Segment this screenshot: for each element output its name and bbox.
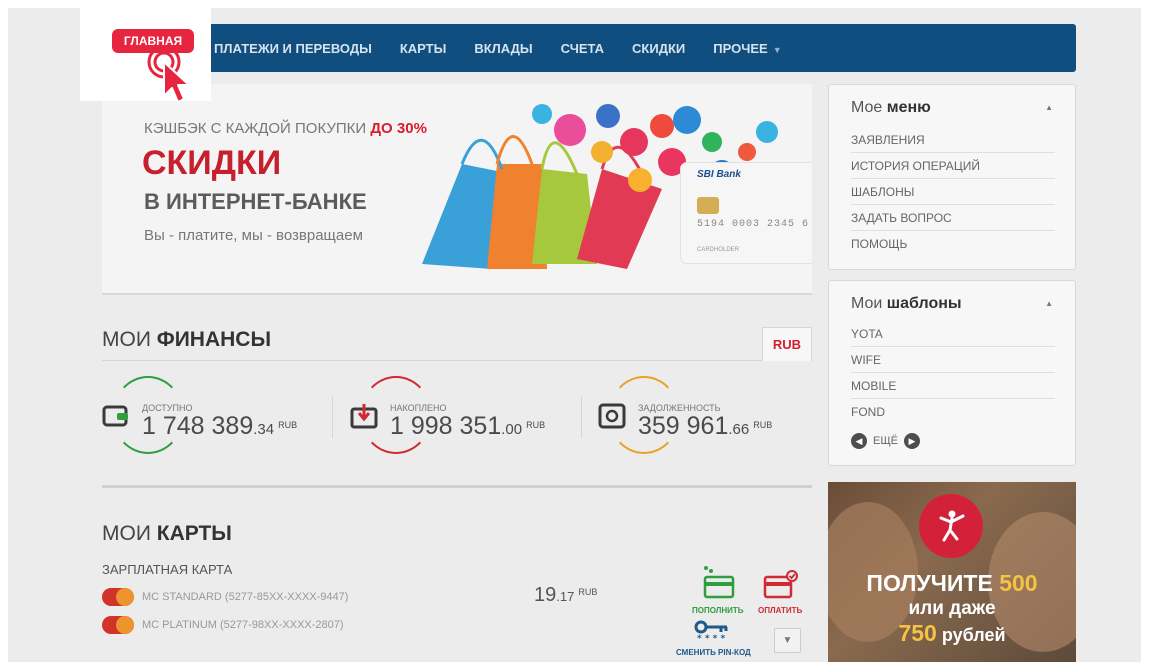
promo-line-1: ПОЛУЧИТЕ 500: [866, 570, 1038, 596]
card-number: 5194 0003 2345 6: [697, 219, 810, 230]
cursor-hand-icon: [144, 44, 196, 113]
card-actions-dropdown[interactable]: ▼: [774, 628, 801, 653]
card-name: MC PLATINUM (5277-98XX-XXXX-2807): [142, 619, 344, 631]
svg-text:* * * *: * * * *: [697, 634, 726, 642]
key-icon: * * * *: [676, 620, 751, 644]
collapse-caret-icon[interactable]: ▲: [1045, 299, 1053, 308]
menu-item-templates[interactable]: ШАБЛОНЫ: [851, 179, 1055, 205]
finance-amount: 1 748 389.34 RUB: [142, 412, 298, 440]
card-row[interactable]: MC STANDARD (5277-85XX-XXXX-9447): [102, 588, 348, 606]
menu-item-history[interactable]: ИСТОРИЯ ОПЕРАЦИЙ: [851, 153, 1055, 179]
templates-more-label[interactable]: ЕЩЁ: [873, 435, 898, 447]
promo-block[interactable]: ПОЛУЧИТЕ 500 или даже 750 рублей: [828, 482, 1076, 662]
promo-banner[interactable]: КЭШБЭК С КАЖДОЙ ПОКУПКИ ДО 30% СКИДКИ В …: [102, 84, 812, 295]
menu-item-help[interactable]: ПОМОЩЬ: [851, 231, 1055, 257]
templates-more: ◀ ЕЩЁ ▶: [851, 433, 920, 449]
chevron-down-icon: ▼: [782, 635, 793, 646]
cards-title: МОИ КАРТЫ: [102, 522, 232, 545]
section-divider: [102, 485, 812, 488]
arrow-left-icon[interactable]: ◀: [851, 433, 867, 449]
banner-tagline: Вы - платите, мы - возвращаем: [144, 227, 363, 244]
menu-item-applications[interactable]: ЗАЯВЛЕНИЯ: [851, 127, 1055, 153]
template-item[interactable]: WIFE: [851, 347, 1055, 373]
my-templates-title: Мои шаблоны: [851, 295, 962, 312]
banner-headline: СКИДКИ: [142, 144, 282, 182]
card-holder: CARDHOLDER: [697, 247, 740, 253]
banner-cashback-text: КЭШБЭК С КАЖДОЙ ПОКУПКИ ДО 30%: [144, 120, 427, 137]
pay-button[interactable]: ОПЛАТИТЬ: [758, 564, 802, 615]
wallet-icon: [102, 403, 130, 429]
dancer-icon: [919, 494, 983, 558]
card-topup-icon: [692, 564, 744, 602]
promo-line-3: 750 рублей: [898, 620, 1006, 646]
my-menu-panel: Мое меню ▲ ЗАЯВЛЕНИЯ ИСТОРИЯ ОПЕРАЦИЙ ША…: [828, 84, 1076, 270]
finance-amount: 359 961.66 RUB: [638, 412, 773, 440]
template-item[interactable]: FOND: [851, 399, 1055, 425]
my-templates-panel: Мои шаблоны ▲ YOTA WIFE MOBILE FOND ◀ ЕЩ…: [828, 280, 1076, 466]
finance-separator: [581, 396, 582, 438]
finance-debt: ЗАДОЛЖЕННОСТЬ 359 961.66 RUB: [598, 376, 812, 454]
bank-card-image: SBI Bank 5194 0003 2345 6 CARDHOLDER: [680, 162, 812, 264]
finances-divider: [102, 360, 762, 361]
finance-saved: НАКОПЛЕНО 1 998 351.00 RUB: [350, 376, 580, 454]
mastercard-logo-icon: [102, 616, 134, 634]
menu-item-ask-question[interactable]: ЗАДАТЬ ВОПРОС: [851, 205, 1055, 231]
card-pay-icon: [758, 564, 802, 602]
template-item[interactable]: MOBILE: [851, 373, 1055, 399]
banner-subheadline: В ИНТЕРНЕТ-БАНКЕ: [144, 189, 367, 214]
finance-available: ДОСТУПНО 1 748 389.34 RUB: [102, 376, 332, 454]
card-group-title: ЗАРПЛАТНАЯ КАРТА: [102, 562, 233, 577]
change-pin-label: СМЕНИТЬ PIN-КОД: [676, 648, 751, 657]
change-pin-button[interactable]: * * * * СМЕНИТЬ PIN-КОД: [676, 620, 751, 657]
safe-icon: [598, 403, 626, 429]
card-chip-icon: [697, 197, 719, 214]
my-menu-title: Мое меню: [851, 99, 931, 116]
topup-button[interactable]: ПОПОЛНИТЬ: [692, 564, 744, 615]
card-name: MC STANDARD (5277-85XX-XXXX-9447): [142, 591, 349, 603]
finance-separator: [332, 396, 333, 438]
download-box-icon: [350, 403, 378, 429]
template-item[interactable]: YOTA: [851, 321, 1055, 347]
finances-title: МОИ ФИНАНСЫ: [102, 328, 272, 351]
collapse-caret-icon[interactable]: ▲: [1045, 103, 1053, 112]
templates-list: YOTA WIFE MOBILE FOND: [851, 321, 1055, 425]
finance-amount: 1 998 351.00 RUB: [390, 412, 546, 440]
my-menu-list: ЗАЯВЛЕНИЯ ИСТОРИЯ ОПЕРАЦИЙ ШАБЛОНЫ ЗАДАТ…: [851, 127, 1055, 257]
currency-tab-rub[interactable]: RUB: [762, 327, 812, 361]
promo-line-2: или даже: [908, 598, 996, 619]
arrow-right-icon[interactable]: ▶: [904, 433, 920, 449]
card-balance: 19.17 RUB: [534, 584, 598, 606]
card-bank-name: SBI Bank: [697, 169, 741, 180]
topup-label: ПОПОЛНИТЬ: [692, 606, 744, 615]
mastercard-logo-icon: [102, 588, 134, 606]
pay-label: ОПЛАТИТЬ: [758, 606, 803, 615]
card-row[interactable]: MC PLATINUM (5277-98XX-XXXX-2807): [102, 616, 344, 634]
